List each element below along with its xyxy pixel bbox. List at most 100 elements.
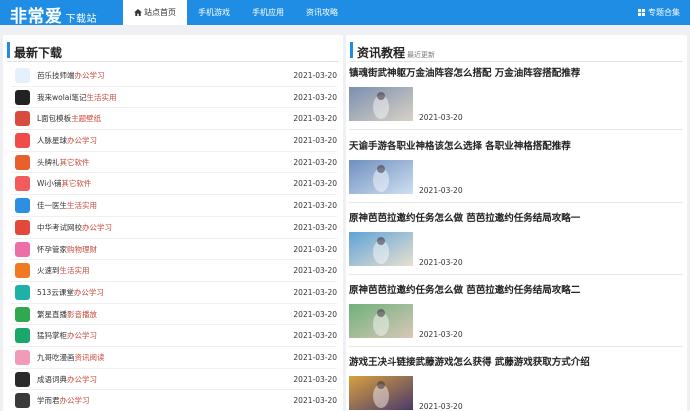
article-title-link[interactable]: 游戏王决斗链接武藤游戏怎么获得 武藤游戏获取方式介绍 [349, 357, 683, 369]
app-date: 2021-03-20 [293, 266, 337, 276]
app-name-link[interactable]: 猛犸掌柜办公学习 [37, 325, 97, 346]
article-thumbnail[interactable] [349, 232, 413, 266]
download-list-item[interactable]: 中华考试网校办公学习 2021-03-20 [11, 217, 337, 239]
app-category[interactable]: 办公学习 [75, 71, 105, 80]
article-date: 2021-03-20 [419, 113, 463, 122]
article-title-link[interactable]: 镇魂街武神躯万金油阵容怎么搭配 万金油阵容搭配推荐 [349, 68, 683, 80]
download-list-item[interactable]: 九哥吃漫画资讯阅读 2021-03-20 [11, 347, 337, 369]
article-thumbnail[interactable] [349, 376, 413, 410]
wolai-app-icon[interactable] [15, 89, 30, 105]
app-name: 火速到 [37, 266, 60, 276]
huosudao-app-icon[interactable] [15, 263, 30, 279]
app-category[interactable]: 其它软件 [60, 158, 90, 167]
app-name: 佳一医生 [37, 201, 67, 211]
article-item: 原神芭芭拉邀约任务怎么做 芭芭拉邀约任务结局攻略二 2021-03-20 [349, 285, 683, 347]
app-category[interactable]: 其它软件 [61, 179, 91, 188]
download-list-item[interactable]: 猛犸掌柜办公学习 2021-03-20 [11, 325, 337, 347]
app-category[interactable]: 办公学习 [60, 396, 90, 405]
article-divider [349, 202, 683, 203]
app-category[interactable]: 生活实用 [67, 201, 97, 210]
jiuge-app-icon[interactable] [15, 349, 30, 365]
app-category[interactable]: 主题壁纸 [71, 114, 101, 123]
app-name-link[interactable]: 九哥吃漫画资讯阅读 [37, 347, 105, 368]
download-list-item[interactable]: 513云课堂办公学习 2021-03-20 [11, 282, 337, 304]
app-name: 我来wolai笔记 [37, 92, 87, 102]
app-name-link[interactable]: 怀孕管家购物理财 [37, 239, 97, 260]
app-category[interactable]: 购物理财 [67, 245, 97, 254]
download-list-item[interactable]: L面包模板主题壁纸 2021-03-20 [11, 108, 337, 131]
article-thumbnail[interactable] [349, 304, 413, 338]
nav-news-guides[interactable]: 资讯攻略 [295, 0, 349, 25]
download-list-item[interactable]: 成语词典办公学习 2021-03-20 [11, 369, 337, 391]
toupaili-app-icon[interactable] [15, 154, 30, 170]
app-name-link[interactable]: 成语词典办公学习 [37, 369, 97, 390]
nav-mobile-games[interactable]: 手机游戏 [187, 0, 241, 25]
article-thumbnail[interactable] [349, 160, 413, 194]
download-list-item[interactable]: 火速到生活实用 2021-03-20 [11, 260, 337, 282]
app-name-link[interactable]: 人脉星球办公学习 [37, 130, 97, 151]
app-name-link[interactable]: 火速到生活实用 [37, 260, 90, 281]
app-name-link[interactable]: 佳一医生生活实用 [37, 195, 97, 216]
article-title-link[interactable]: 天谕手游各职业神格该怎么选择 各职业神格搭配推荐 [349, 141, 683, 153]
news-tutorials-subtitle: 最近更新 [407, 51, 436, 59]
download-list-item[interactable]: 芭乐技师端办公学习 2021-03-20 [11, 65, 337, 87]
article-title-link[interactable]: 原神芭芭拉邀约任务怎么做 芭芭拉邀约任务结局攻略一 [349, 213, 683, 225]
chengyu-app-icon[interactable] [15, 371, 30, 387]
article-date: 2021-03-20 [419, 402, 463, 411]
513-app-icon[interactable] [15, 284, 30, 300]
download-list-item[interactable]: 人脉星球办公学习 2021-03-20 [11, 130, 337, 152]
app-name: 怀孕管家 [37, 244, 67, 254]
huaiyun-app-icon[interactable] [15, 241, 30, 257]
app-name: 繁星直播 [37, 309, 67, 319]
article-title-link[interactable]: 原神芭芭拉邀约任务怎么做 芭芭拉邀约任务结局攻略二 [349, 285, 683, 297]
nav-mobile-apps[interactable]: 手机应用 [241, 0, 295, 25]
app-name: 九哥吃漫画 [37, 352, 75, 362]
app-date: 2021-03-20 [293, 309, 337, 319]
app-name-link[interactable]: 中华考试网校办公学习 [37, 217, 112, 238]
mengma-app-icon[interactable] [15, 328, 30, 344]
site-logo[interactable]: 非常爱 下载站 [10, 2, 97, 27]
article-item: 游戏王决斗链接武藤游戏怎么获得 武藤游戏获取方式介绍 2021-03-20 [349, 357, 683, 411]
app-name-link[interactable]: 芭乐技师端办公学习 [37, 65, 105, 86]
download-list-item[interactable]: 头牌礼其它软件 2021-03-20 [11, 152, 337, 174]
xueerjun-app-icon[interactable] [15, 393, 30, 409]
app-name-link[interactable]: L面包模板主题壁纸 [37, 108, 101, 129]
nav-home[interactable]: 站点首页 [123, 0, 187, 25]
app-category[interactable]: 办公学习 [74, 288, 104, 297]
download-list-item[interactable]: 怀孕管家购物理财 2021-03-20 [11, 239, 337, 261]
app-category[interactable]: 办公学习 [67, 331, 97, 340]
renmai-app-icon[interactable] [15, 133, 30, 149]
app-date: 2021-03-20 [293, 352, 337, 362]
app-date: 2021-03-20 [293, 374, 337, 384]
app-category[interactable]: 资讯阅读 [75, 353, 105, 362]
app-category[interactable]: 办公学习 [67, 136, 97, 145]
topic-collection-link[interactable]: 专题合集 [638, 0, 680, 25]
app-category[interactable]: 办公学习 [67, 375, 97, 384]
wixiaopu-app-icon[interactable] [15, 176, 30, 192]
app-category[interactable]: 影音播放 [67, 310, 97, 319]
latest-downloads-header: 最新下载 [7, 42, 62, 60]
app-name-link[interactable]: 头牌礼其它软件 [37, 152, 90, 173]
app-name-link[interactable]: 繁星直播影音播放 [37, 304, 97, 325]
app-name-link[interactable]: 我来wolai笔记生活实用 [37, 87, 117, 108]
download-list-item[interactable]: 我来wolai笔记生活实用 2021-03-20 [11, 87, 337, 109]
download-list-item[interactable]: Wi小铺其它软件 2021-03-20 [11, 173, 337, 196]
jiayi-app-icon[interactable] [15, 198, 30, 214]
app-category[interactable]: 生活实用 [87, 93, 117, 102]
download-list-item[interactable]: 学而君办公学习 2021-03-20 [11, 390, 337, 411]
download-list-item[interactable]: 繁星直播影音播放 2021-03-20 [11, 304, 337, 326]
app-name-link[interactable]: 513云课堂办公学习 [37, 282, 104, 303]
app-category[interactable]: 生活实用 [60, 266, 90, 275]
download-list-item[interactable]: 佳一医生生活实用 2021-03-20 [11, 195, 337, 217]
balejishi-app-icon[interactable] [15, 68, 30, 83]
fanxing-app-icon[interactable] [15, 306, 30, 322]
app-name-link[interactable]: 学而君办公学习 [37, 390, 90, 411]
app-date: 2021-03-20 [293, 92, 337, 102]
zhonghua-app-icon[interactable] [15, 219, 30, 235]
article-divider [349, 129, 683, 130]
article-date: 2021-03-20 [419, 258, 463, 267]
article-thumbnail[interactable] [349, 87, 413, 121]
app-name-link[interactable]: Wi小铺其它软件 [37, 173, 91, 194]
app-category[interactable]: 办公学习 [82, 223, 112, 232]
lmianbao-app-icon[interactable] [15, 111, 30, 127]
